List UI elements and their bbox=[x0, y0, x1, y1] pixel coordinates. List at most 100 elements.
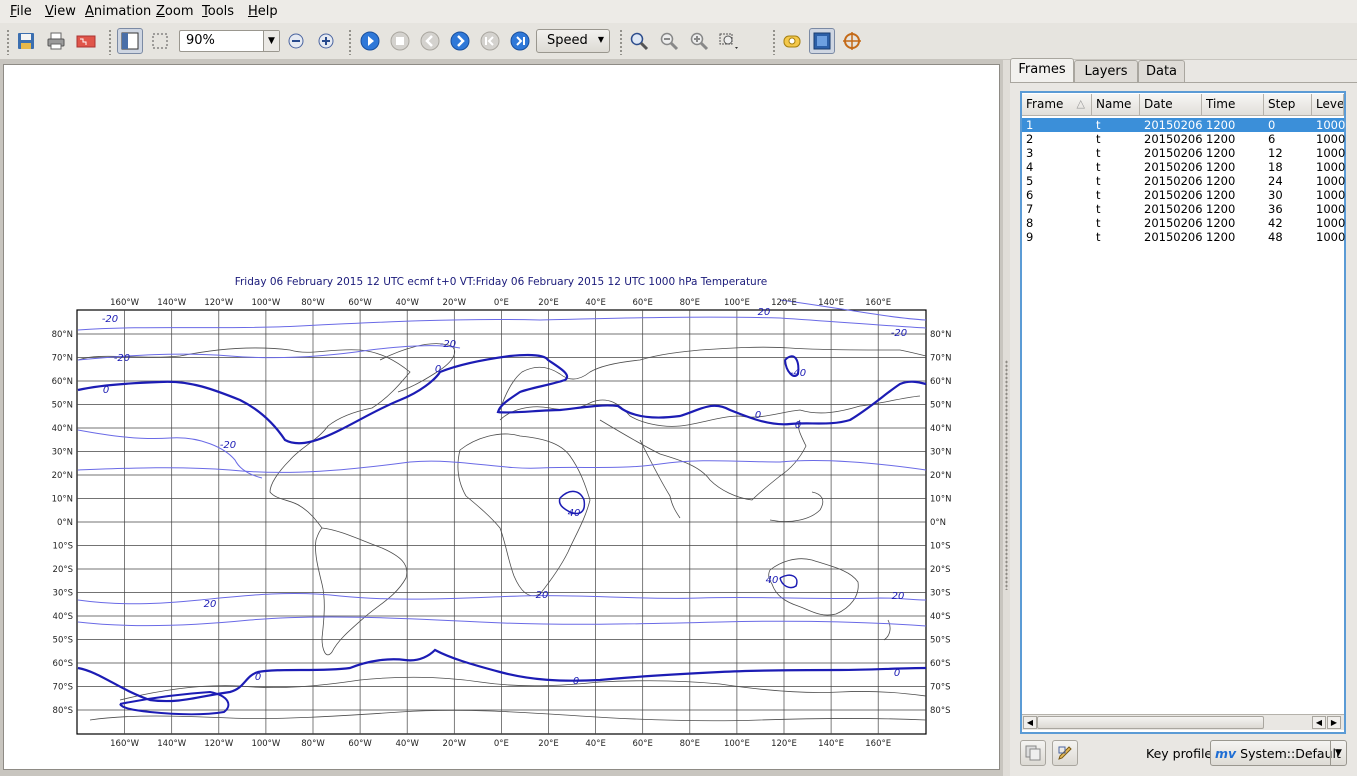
cell-frame: 2 bbox=[1026, 132, 1034, 146]
cell-level: 1000 bbox=[1316, 230, 1346, 244]
toolbar-grip[interactable] bbox=[6, 29, 10, 55]
cell-level: 1000 bbox=[1316, 160, 1346, 174]
cell-step: 30 bbox=[1268, 188, 1283, 202]
plot-canvas[interactable] bbox=[3, 64, 1000, 770]
menu-zoom[interactable]: Zoom bbox=[156, 4, 193, 19]
sidebar-toggle-icon[interactable] bbox=[117, 28, 143, 54]
scroll-left-icon[interactable]: ◀ bbox=[1023, 716, 1037, 729]
print-icon[interactable] bbox=[43, 28, 69, 54]
cell-step: 6 bbox=[1268, 132, 1276, 146]
zoom-in-icon[interactable] bbox=[313, 28, 339, 54]
first-frame-icon[interactable] bbox=[477, 28, 503, 54]
table-row[interactable]: 4 t 20150206 1200 18 1000 bbox=[1022, 160, 1346, 174]
magnifier-icon[interactable] bbox=[626, 28, 652, 54]
horizontal-scrollbar[interactable]: ◀ ◀ ▶ bbox=[1022, 714, 1344, 730]
cell-date: 20150206 bbox=[1144, 132, 1203, 146]
cell-step: 36 bbox=[1268, 202, 1283, 216]
cell-name: t bbox=[1096, 230, 1101, 244]
scroll-right-icon[interactable]: ▶ bbox=[1327, 716, 1341, 729]
scroll-left-icon[interactable]: ◀ bbox=[1312, 716, 1326, 729]
column-header-date[interactable]: Date bbox=[1140, 94, 1202, 116]
cell-time: 1200 bbox=[1206, 146, 1236, 160]
zoom-select[interactable]: 90% ▼ bbox=[179, 30, 280, 52]
column-header-name[interactable]: Name bbox=[1092, 94, 1140, 116]
cell-name: t bbox=[1096, 216, 1101, 230]
save-icon[interactable] bbox=[13, 28, 39, 54]
zoom-out-map-icon[interactable] bbox=[656, 28, 682, 54]
table-row[interactable]: 6 t 20150206 1200 30 1000 bbox=[1022, 188, 1345, 202]
cell-date: 20150206 bbox=[1144, 146, 1203, 160]
table-row[interactable]: 3 t 20150206 1200 12 1000 bbox=[1022, 146, 1346, 160]
cell-name: t bbox=[1096, 160, 1101, 174]
map-view-icon[interactable] bbox=[809, 28, 835, 54]
column-header-frame[interactable]: Frame △ bbox=[1022, 94, 1092, 116]
scrollbar-thumb[interactable] bbox=[1037, 716, 1264, 729]
table-row[interactable]: 8 t 20150206 1200 42 1000 bbox=[1022, 216, 1345, 230]
toolbar: 90% ▼ Speed ▼ bbox=[0, 23, 1357, 60]
cell-frame: 4 bbox=[1026, 160, 1034, 174]
cell-time: 1200 bbox=[1206, 202, 1236, 216]
cell-step: 24 bbox=[1268, 174, 1283, 188]
table-row[interactable]: 9 t 20150206 1200 48 1000 bbox=[1022, 230, 1346, 244]
menu-help[interactable]: Help bbox=[248, 4, 278, 19]
cell-step: 18 bbox=[1268, 160, 1283, 174]
toolbar-grip[interactable] bbox=[108, 29, 112, 55]
cell-frame: 1 bbox=[1026, 118, 1034, 132]
cell-time: 1200 bbox=[1206, 216, 1236, 230]
zoom-out-icon[interactable] bbox=[283, 28, 309, 54]
sort-ascending-icon: △ bbox=[1076, 97, 1085, 110]
speed-dropdown[interactable]: Speed ▼ bbox=[536, 29, 610, 53]
data-probe-icon[interactable] bbox=[779, 28, 805, 54]
cell-date: 20150206 bbox=[1144, 118, 1203, 132]
last-frame-icon[interactable] bbox=[507, 28, 533, 54]
cell-date: 20150206 bbox=[1144, 230, 1203, 244]
toolbar-grip[interactable] bbox=[619, 29, 623, 55]
menu-tools[interactable]: Tools bbox=[202, 4, 234, 19]
key-profile-select[interactable]: mv System::Default ▼ bbox=[1210, 740, 1347, 766]
column-header-level[interactable]: Level bbox=[1312, 94, 1344, 116]
chevron-down-icon: ▼ bbox=[263, 31, 279, 51]
tab-layers[interactable]: Layers bbox=[1074, 60, 1138, 82]
play-icon[interactable] bbox=[357, 28, 383, 54]
stop-icon[interactable] bbox=[387, 28, 413, 54]
menu-view[interactable]: View bbox=[45, 4, 76, 19]
table-row[interactable]: 1 t 20150206 1200 0 1000 bbox=[1022, 118, 1345, 132]
menu-bar: File View Animation Zoom Tools Help bbox=[0, 0, 1357, 23]
step-back-icon[interactable] bbox=[417, 28, 443, 54]
zoom-in-map-icon[interactable] bbox=[686, 28, 712, 54]
cell-step: 0 bbox=[1268, 118, 1276, 132]
cell-time: 1200 bbox=[1206, 160, 1236, 174]
table-row[interactable]: 5 t 20150206 1200 24 1000 bbox=[1022, 174, 1345, 188]
select-area-icon[interactable] bbox=[147, 28, 173, 54]
toolbar-grip[interactable] bbox=[772, 29, 776, 55]
table-row[interactable]: 7 t 20150206 1200 36 1000 bbox=[1022, 202, 1345, 216]
table-row[interactable]: 2 t 20150206 1200 6 1000 bbox=[1022, 132, 1345, 146]
cell-frame: 9 bbox=[1026, 230, 1034, 244]
copy-frames-icon[interactable] bbox=[1020, 740, 1046, 766]
tab-data[interactable]: Data bbox=[1138, 60, 1185, 82]
menu-animation[interactable]: Animation bbox=[85, 4, 151, 19]
frames-table: Frame △ Name Date Time Step Level 1 t 2015… bbox=[1020, 91, 1346, 734]
cell-step: 42 bbox=[1268, 216, 1283, 230]
column-header-time[interactable]: Time bbox=[1202, 94, 1264, 116]
cell-date: 20150206 bbox=[1144, 202, 1203, 216]
edit-key-profile-icon[interactable] bbox=[1052, 740, 1078, 766]
cell-name: t bbox=[1096, 174, 1101, 188]
cell-name: t bbox=[1096, 188, 1101, 202]
column-header-step[interactable]: Step bbox=[1264, 94, 1312, 116]
zoom-area-icon[interactable] bbox=[716, 28, 742, 54]
crosshair-icon[interactable] bbox=[839, 28, 865, 54]
step-forward-icon[interactable] bbox=[447, 28, 473, 54]
cell-time: 1200 bbox=[1206, 132, 1236, 146]
tab-frames[interactable]: Frames bbox=[1010, 58, 1074, 82]
menu-file[interactable]: File bbox=[10, 4, 32, 19]
metview-logo-icon: mv bbox=[1215, 746, 1237, 761]
chevron-down-icon: ▼ bbox=[1330, 741, 1346, 765]
toolbar-grip[interactable] bbox=[348, 29, 352, 55]
export-icon[interactable] bbox=[73, 28, 99, 54]
panel-splitter[interactable] bbox=[1003, 60, 1010, 776]
cell-frame: 8 bbox=[1026, 216, 1034, 230]
cell-level: 1000 bbox=[1316, 146, 1346, 160]
cell-time: 1200 bbox=[1206, 230, 1236, 244]
panel-bottom-bar: Key profile: mv System::Default ▼ bbox=[1010, 732, 1357, 776]
